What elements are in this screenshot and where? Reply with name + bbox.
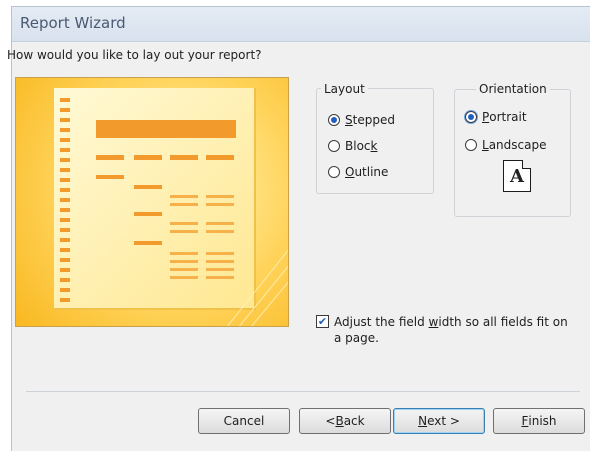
checkbox-label-pre: Adjust the field <box>334 315 429 329</box>
orientation-group <box>454 89 571 217</box>
preview-margin-tick <box>60 168 70 172</box>
preview-title-bar <box>96 120 236 138</box>
preview-group-bar <box>96 175 124 179</box>
preview-margin-tick <box>60 148 70 152</box>
layout-group-label: Layout <box>321 82 368 96</box>
button-label-post: inish <box>528 414 557 428</box>
preview-row <box>170 260 198 263</box>
radio-label-accelerator: O <box>345 165 355 179</box>
preview-margin-tick <box>60 198 70 202</box>
preview-margin-tick <box>60 288 70 292</box>
preview-margin-tick <box>60 188 70 192</box>
radio-label-pre: Bloc <box>345 139 371 153</box>
preview-margin-tick <box>60 158 70 162</box>
preview-header-cell <box>170 155 198 160</box>
preview-header-cell <box>96 155 124 160</box>
preview-margin-tick <box>60 238 70 242</box>
preview-margin-tick <box>60 268 70 272</box>
preview-margin-tick <box>60 208 70 212</box>
adjust-width-checkbox[interactable]: ✔ <box>316 315 329 328</box>
checkbox-label-accelerator: w <box>428 315 439 329</box>
radio-label-accelerator: L <box>482 138 489 152</box>
preview-margin-tick <box>60 98 70 102</box>
preview-header-cell <box>206 155 234 160</box>
preview-margin-tick <box>60 118 70 122</box>
checkmark-icon: ✔ <box>317 315 328 328</box>
preview-margin-tick <box>60 228 70 232</box>
preview-group-bar <box>134 185 162 189</box>
button-label-post: ack <box>343 414 365 428</box>
portrait-page-icon: A <box>503 160 531 192</box>
button-label-accelerator: B <box>335 414 344 428</box>
preview-header-cell <box>134 155 162 160</box>
preview-row <box>206 260 234 263</box>
orientation-landscape-radio[interactable]: Landscape <box>465 138 546 152</box>
button-label-accelerator: N <box>418 414 428 428</box>
preview-margin-tick <box>60 178 70 182</box>
preview-margin-tick <box>60 218 70 222</box>
preview-row <box>170 268 198 271</box>
preview-row <box>170 203 198 206</box>
preview-row <box>206 276 234 279</box>
radio-label-accelerator: k <box>370 139 378 153</box>
radio-label-post: tepped <box>352 113 395 127</box>
preview-row <box>170 230 198 233</box>
preview-margin-tick <box>60 248 70 252</box>
page-icon-letter: A <box>510 165 524 187</box>
preview-row <box>170 222 198 225</box>
preview-highlight-line <box>238 265 288 326</box>
button-label-pre: < <box>325 414 336 428</box>
button-separator <box>26 391 580 392</box>
preview-group-bar <box>134 241 162 245</box>
button-label: Cancel <box>223 414 265 428</box>
window-title: Report Wizard <box>20 14 126 32</box>
radio-label-post: ortrait <box>489 110 527 124</box>
radio-button-icon <box>328 166 340 178</box>
button-label-accelerator: F <box>521 414 529 428</box>
layout-stepped-radio[interactable]: Stepped <box>328 113 395 127</box>
orientation-portrait-radio[interactable]: Portrait <box>465 110 527 124</box>
preview-row <box>206 252 234 255</box>
radio-button-icon <box>465 139 477 151</box>
preview-group-bar <box>134 212 162 216</box>
preview-row <box>170 195 198 198</box>
layout-outline-radio[interactable]: Outline <box>328 165 388 179</box>
preview-margin-tick <box>60 108 70 112</box>
layout-block-radio[interactable]: Bloc k <box>328 139 377 153</box>
preview-row <box>206 195 234 198</box>
radio-button-selected-icon <box>328 114 340 126</box>
preview-row <box>206 268 234 271</box>
radio-label-accelerator: S <box>345 113 353 127</box>
preview-margin-tick <box>60 278 70 282</box>
cancel-button[interactable]: Cancel <box>198 408 290 434</box>
next-button[interactable]: Next > <box>393 408 485 434</box>
orientation-group-label: Orientation <box>476 82 550 96</box>
preview-margin-tick <box>60 258 70 262</box>
preview-row <box>206 230 234 233</box>
finish-button[interactable]: Finish <box>493 408 585 434</box>
radio-label-post: andscape <box>488 138 547 152</box>
preview-margin-tick <box>60 138 70 142</box>
button-label-post: ext > <box>427 414 460 428</box>
stepped-layout-illustration <box>60 98 288 326</box>
radio-label-accelerator: P <box>482 110 490 124</box>
preview-row <box>206 222 234 225</box>
layout-preview-image <box>15 77 289 327</box>
back-button[interactable]: < Back <box>299 408 391 434</box>
radio-button-icon <box>328 140 340 152</box>
preview-highlight-line <box>251 281 288 326</box>
adjust-width-label[interactable]: Adjust the field width so all fields fit… <box>334 314 574 346</box>
preview-row <box>170 252 198 255</box>
preview-row <box>206 203 234 206</box>
preview-margin-tick <box>60 298 70 302</box>
preview-highlight-line <box>226 249 288 326</box>
layout-question: How would you like to lay out your repor… <box>7 48 262 62</box>
preview-row <box>170 276 198 279</box>
radio-label-post: utline <box>354 165 389 179</box>
title-bar[interactable]: Report Wizard <box>12 7 590 42</box>
radio-button-selected-icon <box>465 111 477 123</box>
preview-margin-tick <box>60 128 70 132</box>
